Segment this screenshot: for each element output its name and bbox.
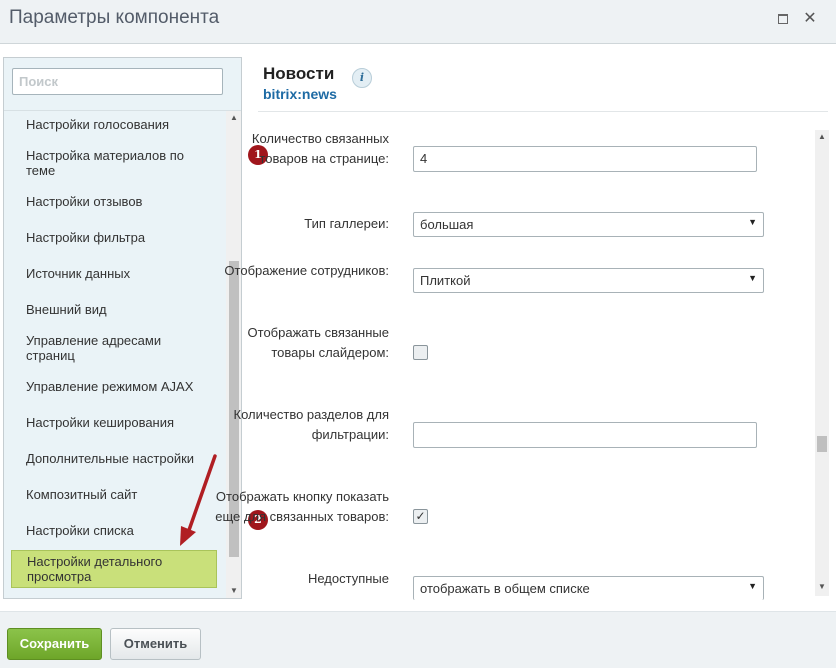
- sidebar-item-filter[interactable]: Настройки фильтра: [26, 230, 206, 245]
- scroll-up-icon[interactable]: ▲: [818, 132, 826, 141]
- unavailable-select[interactable]: отображать в общем списке ▼: [413, 576, 764, 600]
- cancel-button[interactable]: Отменить: [110, 628, 201, 660]
- header-divider: [258, 111, 828, 112]
- scroll-up-icon[interactable]: ▲: [230, 113, 238, 122]
- chevron-down-icon: ▼: [748, 217, 757, 227]
- gallery-type-value: большая: [420, 217, 474, 232]
- unavailable-label: Недоступные: [307, 571, 389, 586]
- unavailable-value: отображать в общем списке: [420, 581, 590, 596]
- sidebar-item-list[interactable]: Настройки списка: [26, 523, 206, 538]
- main-scroll-thumb[interactable]: [817, 436, 827, 452]
- scroll-down-icon[interactable]: ▼: [818, 582, 826, 591]
- component-header: Новости i bitrix:news: [263, 64, 372, 102]
- sidebar-item-appearance[interactable]: Внешний вид: [26, 302, 206, 317]
- sidebar-item-composite[interactable]: Композитный сайт: [26, 487, 206, 502]
- sidebar-item-caching[interactable]: Настройки кеширования: [26, 415, 206, 430]
- staff-display-select[interactable]: Плиткой ▼: [413, 268, 764, 293]
- filter-sections-input[interactable]: [413, 422, 757, 448]
- window-title: Параметры компонента: [9, 7, 220, 28]
- close-icon[interactable]: ✕: [802, 11, 818, 27]
- chevron-down-icon: ▼: [748, 273, 757, 283]
- sidebar-item-reviews[interactable]: Настройки отзывов: [26, 194, 206, 209]
- sidebar-item-related-materials[interactable]: Настройка материалов по теме: [26, 148, 206, 178]
- sidebar-item-url-management[interactable]: Управление адресами страниц: [26, 333, 206, 363]
- dialog-footer: Сохранить Отменить: [0, 611, 836, 668]
- sidebar-item-additional[interactable]: Дополнительные настройки: [26, 451, 206, 466]
- settings-sidebar: Настройки голосования Настройка материал…: [3, 57, 242, 599]
- show-more-checkbox[interactable]: ✓: [413, 509, 428, 524]
- related-slider-checkbox[interactable]: [413, 345, 428, 360]
- window-titlebar: Параметры компонента ✕: [0, 0, 836, 44]
- save-button[interactable]: Сохранить: [7, 628, 102, 660]
- related-count-input[interactable]: 4: [413, 146, 757, 172]
- sidebar-item-ajax[interactable]: Управление режимом AJAX: [26, 379, 206, 394]
- gallery-type-select[interactable]: большая ▼: [413, 212, 764, 237]
- filter-sections-label: Количество разделов для фильтрации:: [233, 407, 390, 442]
- sidebar-search-area: [4, 58, 241, 111]
- checkmark-icon: ✓: [415, 509, 426, 523]
- staff-display-value: Плиткой: [420, 273, 471, 288]
- related-slider-label: Отображать связанные товары слайдером:: [247, 325, 389, 360]
- staff-display-label: Отображение сотрудников:: [224, 263, 389, 278]
- sidebar-item-detail-view[interactable]: Настройки детального просмотра: [11, 550, 217, 588]
- related-count-label: Количество связанных товаров на странице…: [251, 131, 389, 166]
- chevron-down-icon: ▼: [748, 581, 757, 591]
- sidebar-item-voting[interactable]: Настройки голосования: [26, 117, 206, 132]
- maximize-icon[interactable]: [775, 11, 791, 27]
- search-input[interactable]: [12, 68, 223, 95]
- component-title: Новости: [263, 64, 335, 83]
- sidebar-item-data-source[interactable]: Источник данных: [26, 266, 206, 281]
- main-scrollbar[interactable]: ▲ ▼: [815, 130, 829, 596]
- gallery-type-label: Тип галлереи:: [304, 216, 389, 231]
- component-code: bitrix:news: [263, 86, 337, 102]
- info-icon[interactable]: i: [352, 68, 372, 88]
- show-more-label: Отображать кнопку показать еще для связа…: [215, 489, 389, 524]
